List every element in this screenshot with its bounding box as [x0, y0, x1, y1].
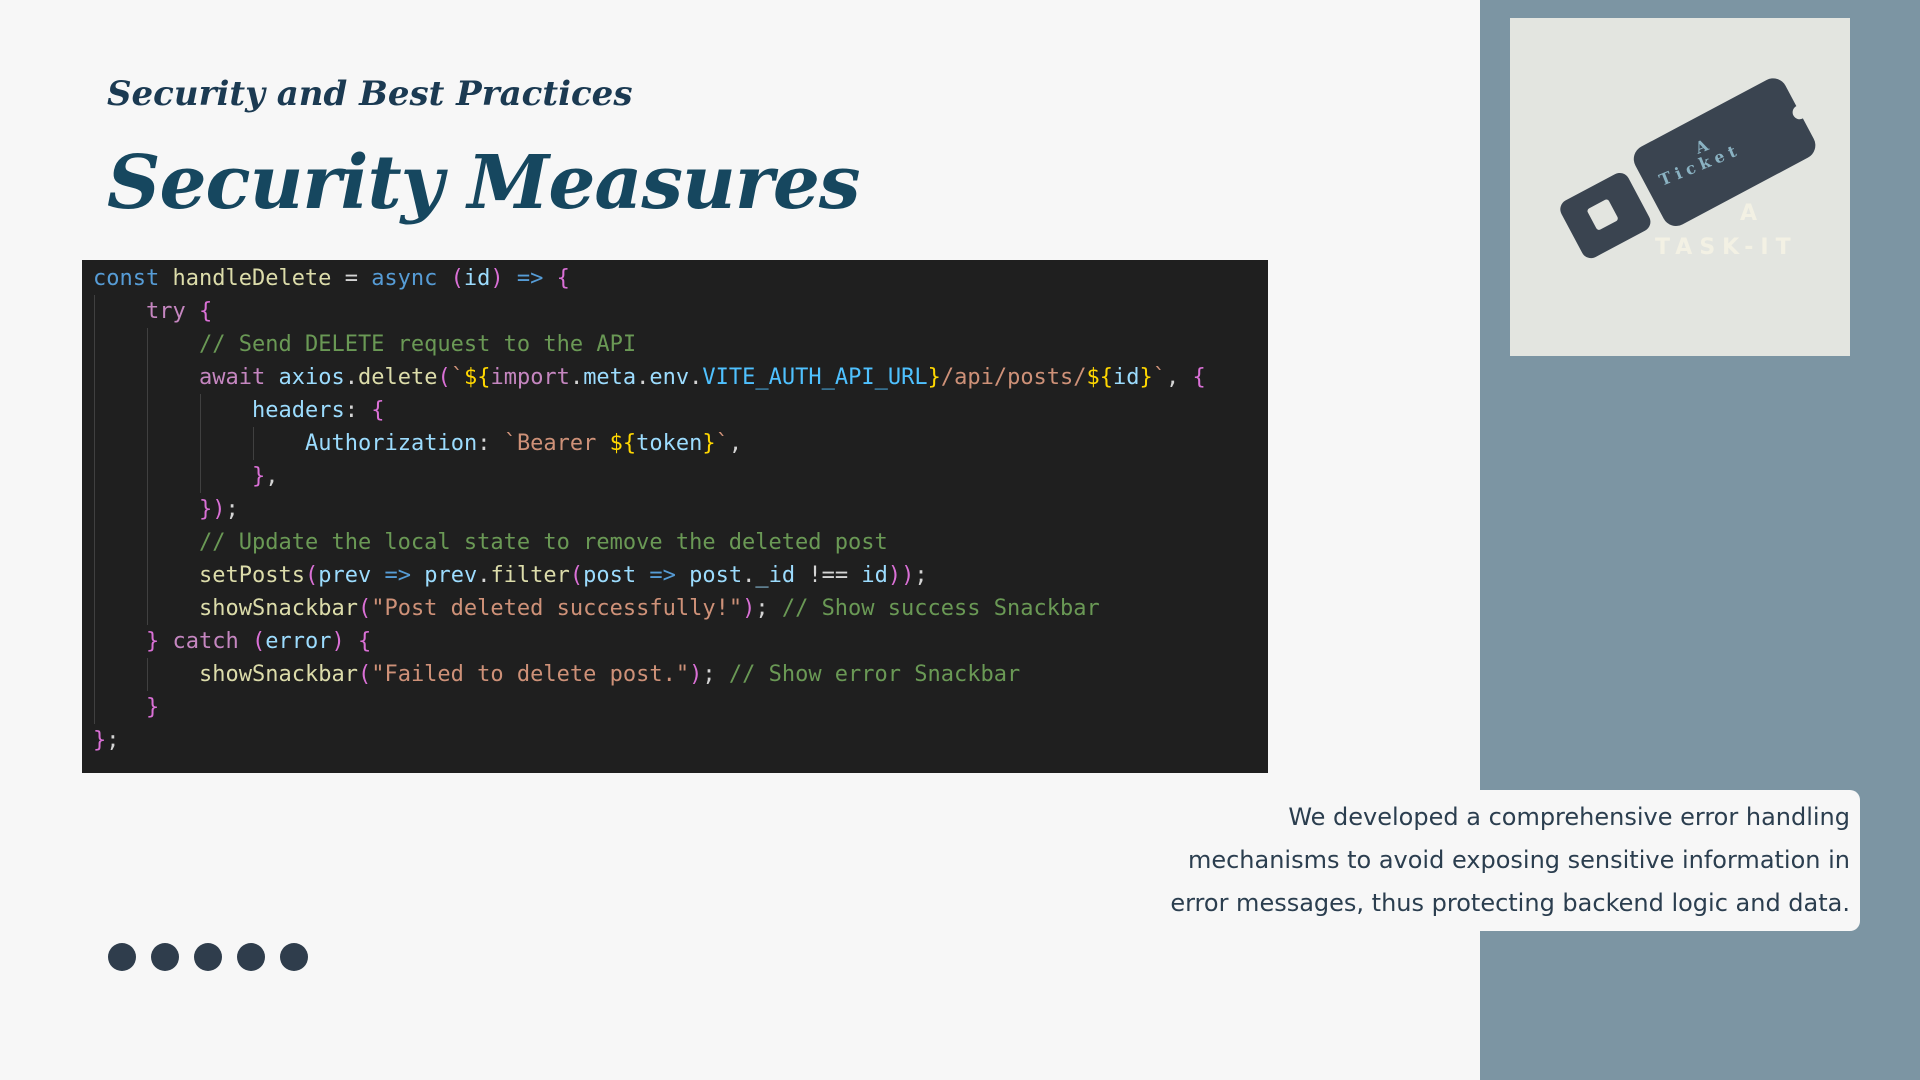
- indent-guide: [94, 295, 95, 328]
- pagination-dot[interactable]: [108, 943, 136, 971]
- code-line: },: [93, 460, 1268, 493]
- indent-guide: [94, 493, 95, 526]
- indent-guide: [94, 559, 95, 592]
- code-line: setPosts(prev => prev.filter(post => pos…: [93, 559, 1268, 592]
- code-snippet: const handleDelete = async (id) => { try…: [82, 260, 1268, 773]
- indent-guide: [147, 427, 148, 460]
- pagination-dot[interactable]: [151, 943, 179, 971]
- indent-guide: [147, 559, 148, 592]
- indent-guide: [147, 328, 148, 361]
- pagination-dot[interactable]: [237, 943, 265, 971]
- indent-guide: [200, 394, 201, 427]
- code-line: await axios.delete(`${import.meta.env.VI…: [93, 361, 1268, 394]
- indent-guide: [94, 394, 95, 427]
- indent-guide: [94, 526, 95, 559]
- code-line: });: [93, 493, 1268, 526]
- indent-guide: [94, 625, 95, 658]
- code-line: }: [93, 691, 1268, 724]
- indent-guide: [94, 691, 95, 724]
- indent-guide: [94, 328, 95, 361]
- logo-brand-letter: A: [1740, 201, 1757, 226]
- indent-guide: [147, 658, 148, 691]
- code-line: try {: [93, 295, 1268, 328]
- code-line: Authorization: `Bearer ${token}`,: [93, 427, 1268, 460]
- indent-guide: [200, 427, 201, 460]
- code-line: // Update the local state to remove the …: [93, 526, 1268, 559]
- logo-brand-name: TASK-IT: [1655, 235, 1798, 260]
- code-line: headers: {: [93, 394, 1268, 427]
- code-line: } catch (error) {: [93, 625, 1268, 658]
- indent-guide: [147, 526, 148, 559]
- description-text: We developed a comprehensive error handl…: [1170, 803, 1850, 917]
- ticket-logo-icon: A Ticket A TASK-IT: [1560, 78, 1816, 260]
- description-card: We developed a comprehensive error handl…: [1170, 790, 1860, 931]
- indent-guide: [94, 361, 95, 394]
- indent-guide: [147, 460, 148, 493]
- indent-guide: [147, 394, 148, 427]
- slide-title: Security Measures: [107, 140, 861, 226]
- pagination-dot[interactable]: [194, 943, 222, 971]
- indent-guide: [94, 658, 95, 691]
- code-line: };: [93, 728, 120, 753]
- indent-guide: [147, 361, 148, 394]
- indent-guide: [200, 460, 201, 493]
- pagination-dot[interactable]: [280, 943, 308, 971]
- code-line: showSnackbar("Post deleted successfully!…: [93, 592, 1268, 625]
- slide-subtitle: Security and Best Practices: [107, 74, 633, 114]
- indent-guide: [147, 592, 148, 625]
- code-line: const handleDelete = async (id) => {: [93, 266, 570, 291]
- indent-guide: [147, 493, 148, 526]
- code-line: // Send DELETE request to the API: [93, 328, 1268, 361]
- task-it-logo: A Ticket A TASK-IT: [1510, 18, 1850, 356]
- indent-guide: [94, 460, 95, 493]
- indent-guide: [94, 427, 95, 460]
- pagination-dots: [108, 943, 308, 971]
- indent-guide: [253, 427, 254, 460]
- indent-guide: [94, 592, 95, 625]
- code-line: showSnackbar("Failed to delete post."); …: [93, 658, 1268, 691]
